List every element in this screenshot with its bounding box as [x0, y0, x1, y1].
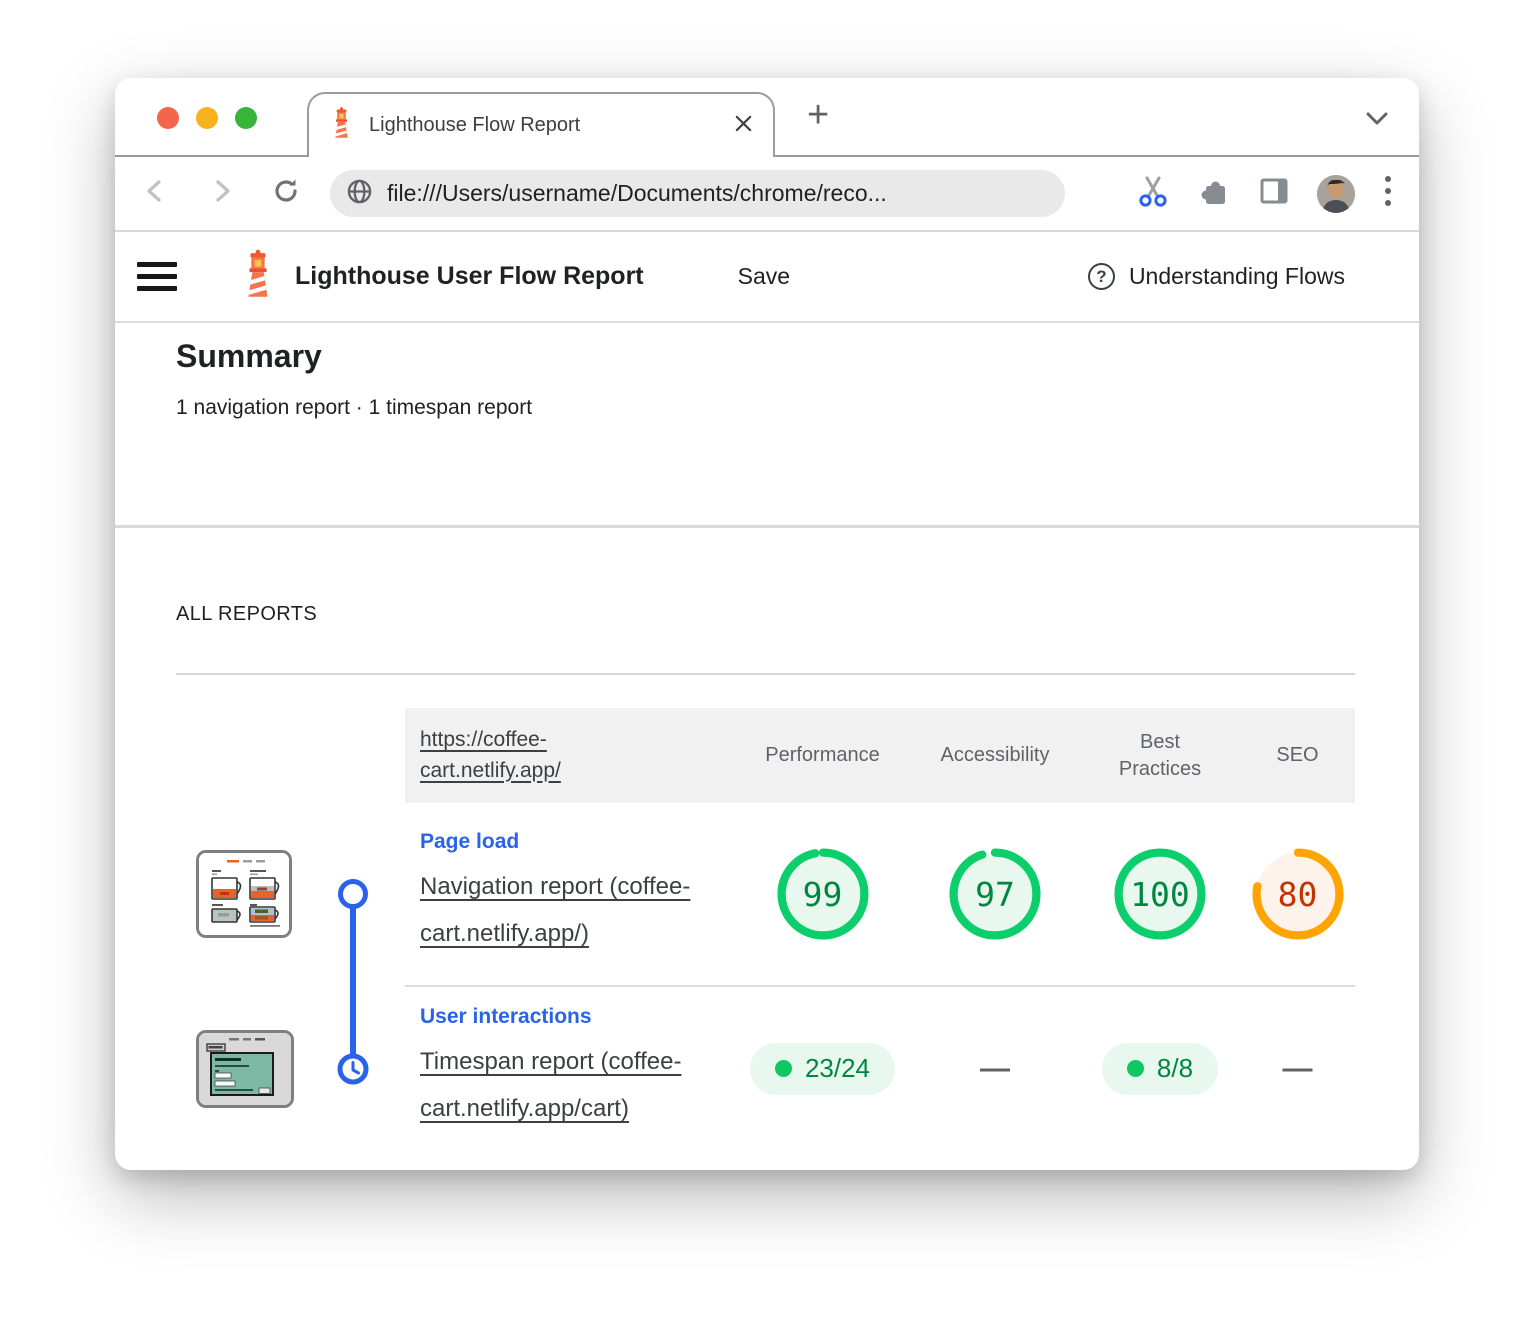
score-seo: 80 — [1240, 803, 1355, 985]
timespan-report-thumbnail — [196, 1030, 294, 1108]
app-header: Lighthouse User Flow Report Save ? Under… — [115, 232, 1419, 323]
tabstrip-border — [774, 155, 1419, 157]
new-tab-button[interactable]: + — [807, 96, 829, 134]
tab-strip: Lighthouse Flow Report + — [115, 78, 1419, 157]
reload-icon[interactable] — [270, 175, 302, 212]
score-pill: 8/8 — [1102, 1043, 1218, 1095]
page-title: Lighthouse User Flow Report — [295, 262, 644, 291]
reports-divider — [176, 673, 1355, 675]
minimize-window-button[interactable] — [196, 107, 218, 129]
pass-dot-icon — [775, 1060, 792, 1077]
timeline-clock-icon — [337, 1053, 369, 1090]
section-divider — [115, 525, 1419, 528]
timespan-report-link[interactable]: Timespan report (coffee-cart.netlify.app… — [420, 1039, 735, 1133]
address-bar[interactable]: file:///Users/username/Documents/chrome/… — [330, 170, 1065, 217]
report-type-label: Page load — [420, 830, 519, 854]
menu-hamburger-icon[interactable] — [137, 262, 177, 291]
score-best-practices: 100 — [1080, 803, 1240, 985]
chevron-down-icon[interactable] — [1363, 110, 1391, 133]
reports-table-body: Page load Navigation report (coffee-cart… — [176, 803, 1355, 1152]
kebab-menu-icon[interactable] — [1383, 174, 1393, 213]
reports-table: https://coffee-cart.netlify.app/ Perform… — [176, 708, 1355, 1152]
extensions-puzzle-icon[interactable] — [1199, 175, 1231, 212]
back-icon[interactable] — [140, 176, 170, 211]
zoom-window-button[interactable] — [235, 107, 257, 129]
score-gauge: 80 — [1252, 848, 1344, 940]
report-type-label: User interactions — [420, 1005, 592, 1029]
profile-avatar[interactable] — [1317, 175, 1355, 213]
column-header-performance: Performance — [735, 708, 910, 803]
not-applicable-dash: — — [1283, 1054, 1313, 1084]
navigation-report-thumbnail — [196, 850, 292, 938]
column-header-accessibility: Accessibility — [910, 708, 1080, 803]
not-applicable-dash: — — [980, 1054, 1010, 1084]
site-url-link[interactable]: https://coffee-cart.netlify.app/ — [420, 725, 625, 786]
help-label: Understanding Flows — [1129, 263, 1345, 290]
side-panel-icon[interactable] — [1259, 177, 1289, 210]
score-gauge: 99 — [777, 848, 869, 940]
browser-window: Lighthouse Flow Report + — [115, 78, 1419, 1170]
summary-section: Summary 1 navigation report · 1 timespan… — [115, 323, 1419, 525]
close-window-button[interactable] — [157, 107, 179, 129]
score-gauge: 100 — [1114, 848, 1206, 940]
score-accessibility: — — [910, 985, 1080, 1152]
understanding-flows-link[interactable]: ? Understanding Flows — [1088, 263, 1345, 290]
lighthouse-logo-icon — [239, 249, 277, 304]
score-gauge: 97 — [949, 848, 1041, 940]
save-button[interactable]: Save — [732, 262, 796, 291]
traffic-lights — [157, 107, 257, 129]
globe-icon — [346, 178, 373, 210]
score-seo: — — [1240, 985, 1355, 1152]
close-tab-icon[interactable] — [734, 114, 753, 138]
reports-table-header: https://coffee-cart.netlify.app/ Perform… — [176, 708, 1355, 803]
lighthouse-favicon-icon — [329, 107, 354, 144]
tabstrip-border — [115, 155, 308, 157]
forward-icon[interactable] — [207, 176, 237, 211]
column-header-seo: SEO — [1240, 708, 1355, 803]
score-pill: 23/24 — [750, 1043, 895, 1095]
score-performance: 23/24 — [735, 985, 910, 1152]
score-accessibility: 97 — [910, 803, 1080, 985]
all-reports-heading: ALL REPORTS — [176, 603, 1355, 626]
browser-tab[interactable]: Lighthouse Flow Report — [307, 92, 775, 157]
timeline-connector-line — [350, 894, 356, 1069]
browser-toolbar: file:///Users/username/Documents/chrome/… — [115, 157, 1419, 232]
column-header-best-practices: Best Practices — [1080, 708, 1240, 803]
navigation-report-link[interactable]: Navigation report (coffee-cart.netlify.a… — [420, 864, 735, 958]
url-text: file:///Users/username/Documents/chrome/… — [387, 180, 887, 207]
scissors-icon[interactable] — [1135, 173, 1171, 214]
timeline-start-marker — [338, 879, 368, 909]
tab-title: Lighthouse Flow Report — [369, 114, 734, 137]
summary-heading: Summary — [176, 338, 1419, 375]
pass-dot-icon — [1127, 1060, 1144, 1077]
help-question-icon: ? — [1088, 263, 1115, 290]
score-performance: 99 — [735, 803, 910, 985]
reports-section: ALL REPORTS https://coffee-cart.netlify.… — [115, 603, 1419, 1152]
row-divider — [405, 985, 1355, 987]
summary-subtitle: 1 navigation report · 1 timespan report — [176, 396, 1419, 420]
score-best-practices: 8/8 — [1080, 985, 1240, 1152]
